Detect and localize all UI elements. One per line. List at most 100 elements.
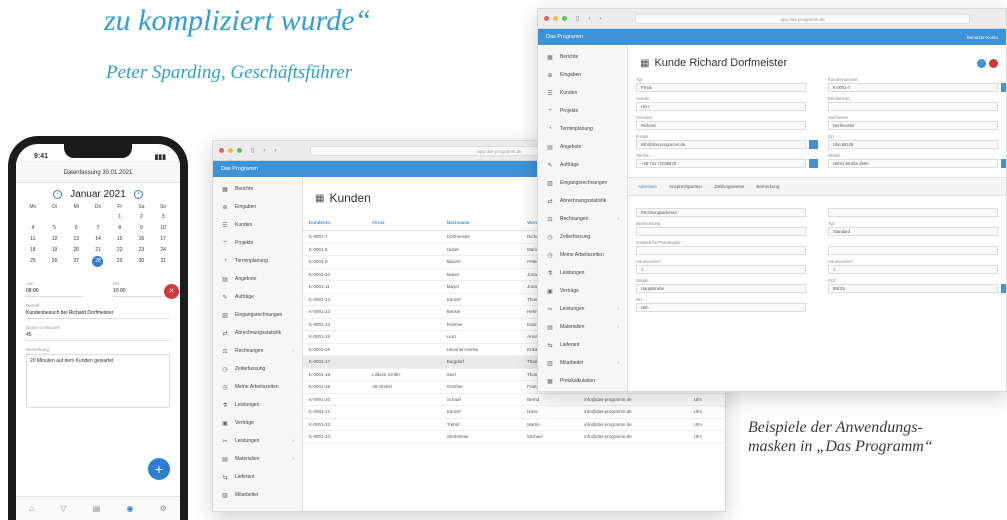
sidebar-item[interactable]: ▦ Preiskalkulation (538, 372, 627, 390)
column-header[interactable]: Nachname (440, 215, 522, 231)
calendar-day[interactable]: 16 (131, 234, 153, 245)
forward-icon[interactable]: › (599, 16, 601, 22)
sidebar-item[interactable]: ◷ Meine Arbeitszeiten (213, 378, 302, 396)
from-field[interactable]: 08:00 (26, 286, 83, 297)
sidebar-toggle-icon[interactable]: ▯ (576, 15, 579, 22)
sidebar-item[interactable]: ☰ Kunden (213, 216, 302, 234)
sidebar-item[interactable]: ⇄ Abrechnungsstatistik (538, 192, 627, 210)
calendar-day[interactable]: 10 (152, 223, 174, 234)
calendar-day[interactable]: 22 (109, 245, 131, 256)
calendar-day[interactable]: 3 (152, 212, 174, 223)
calendar-day[interactable]: 24 (152, 245, 174, 256)
tab-2[interactable]: Zahlungsweise (714, 184, 744, 189)
calendar-day[interactable]: 30 (131, 256, 153, 267)
sidebar-item[interactable]: ▥ Mitarbeiter (213, 486, 302, 504)
calendar-day[interactable]: 8 (109, 223, 131, 234)
sidebar-item[interactable]: ▦ Berichte (538, 48, 627, 66)
sidebar-item[interactable]: ▥ Eingangsrechnungen (213, 306, 302, 324)
calendar-day[interactable]: 6 (65, 223, 87, 234)
calendar-day[interactable]: 4 (22, 223, 44, 234)
field-input[interactable]: Hauptstraße (636, 284, 806, 293)
url-bar[interactable]: app.das-programm.de (635, 13, 970, 24)
back-icon[interactable]: ‹ (263, 148, 265, 154)
sidebar-item[interactable]: ✎ Aufträge (538, 156, 627, 174)
sidebar-item[interactable]: ☰ Kunden (538, 84, 627, 102)
calendar-day[interactable]: 12 (44, 234, 66, 245)
sidebar-item[interactable]: ⚗ Leistungen (538, 264, 627, 282)
calendar-day[interactable]: 29 (109, 256, 131, 267)
tab-3[interactable]: Bemerkung (756, 184, 779, 189)
field-input[interactable]: 1 (636, 265, 806, 274)
calendar-day[interactable]: 17 (152, 234, 174, 245)
sidebar-toggle-icon[interactable]: ▯ (251, 147, 254, 154)
sidebar-item[interactable]: ☰Einstellungen (538, 390, 627, 391)
calendar-day[interactable]: 7 (87, 223, 109, 234)
sidebar-item[interactable]: ⚗ Leistungen (213, 396, 302, 414)
calendar-day[interactable]: 9 (131, 223, 153, 234)
calendar-day[interactable]: 14 (87, 234, 109, 245)
tab-1[interactable]: Ansprechpartner (669, 184, 702, 189)
sidebar-item[interactable]: ⇄ Abrechnungsstatistik (213, 324, 302, 342)
delete-button[interactable] (989, 59, 998, 68)
calendar-day[interactable]: 2 (131, 212, 153, 223)
calendar-day[interactable]: 21 (87, 245, 109, 256)
delete-icon[interactable]: ✕ (164, 284, 179, 299)
sidebar-item[interactable]: ⊕ Eingaben (538, 66, 627, 84)
sidebar-item[interactable]: ◷ Zeiterfassung (538, 228, 627, 246)
field-input[interactable]: Dorfmeister (828, 121, 998, 130)
calendar-day[interactable]: 31 (152, 256, 174, 267)
table-row[interactable]: K-0001-23 Strohmeier Michael info@das-progr… (303, 430, 725, 444)
tab-home-icon[interactable]: ⌂ (29, 504, 34, 513)
field-input[interactable]: Standard (828, 227, 998, 236)
sidebar-item[interactable]: ▣ Verträge (538, 282, 627, 300)
sidebar-item[interactable]: ◔ Terminplanung (213, 252, 302, 270)
calendar-day[interactable]: 13 (65, 234, 87, 245)
tab-list-icon[interactable]: ▤ (93, 504, 101, 513)
maximize-window-icon[interactable] (237, 148, 242, 153)
sidebar-item[interactable]: ⑂ Projekte (213, 234, 302, 252)
field-input[interactable]: Ulm (636, 303, 806, 312)
sidebar-item[interactable]: ▣ Verträge (213, 414, 302, 432)
calendar-day[interactable]: 28 (92, 256, 104, 267)
calendar-day[interactable]: 5 (44, 223, 66, 234)
field-action-button[interactable] (809, 159, 818, 168)
tab-filter-icon[interactable]: ▽ (60, 504, 66, 513)
sidebar-item[interactable]: ◷ Meine Arbeitszeiten (538, 246, 627, 264)
field-action-button[interactable] (809, 140, 818, 149)
field-input[interactable]: 1 (828, 265, 998, 274)
to-field[interactable]: 10:00 (113, 286, 170, 297)
field-input[interactable]: info@das-programm.de (636, 140, 806, 149)
tab-settings-icon[interactable]: ⚙ (160, 504, 167, 513)
calendar-day[interactable]: 19 (44, 245, 66, 256)
subject-field[interactable]: Kundenbesuch bei Richard Dorfmeister (26, 308, 170, 319)
field-input[interactable]: K-0001-7 (828, 83, 998, 92)
add-button[interactable]: + (148, 458, 170, 480)
tab-0[interactable]: Adressen (638, 184, 657, 189)
sidebar-item[interactable]: ⇆ Lieferant (538, 336, 627, 354)
sidebar-item[interactable]: ◷ Zeiterfassung (213, 360, 302, 378)
calendar-day[interactable]: 15 (109, 234, 131, 245)
table-row[interactable]: K-0001-22 Trebst Martin info@das-programm.d… (303, 418, 725, 431)
edit-button[interactable] (977, 59, 986, 68)
forward-icon[interactable]: › (274, 148, 276, 154)
duration-field[interactable]: 45 (26, 330, 170, 341)
sidebar-item[interactable]: ◔ Terminplanung (538, 120, 627, 138)
field-action-button[interactable] (1001, 83, 1006, 92)
sidebar-item[interactable]: ⚖ Rechnungen › (213, 342, 302, 360)
sidebar-item[interactable]: ✎ Aufträge (213, 288, 302, 306)
sidebar-item[interactable]: ▤ Angebote (213, 270, 302, 288)
calendar-day[interactable]: 27 (65, 256, 87, 267)
sidebar-item[interactable]: ▥ Eingangsrechnungen (538, 174, 627, 192)
field-input[interactable]: +49 731 71036878 (636, 159, 806, 168)
sidebar-item[interactable]: ✂ Leistungen › (538, 300, 627, 318)
column-header[interactable]: Kundennr. (303, 215, 367, 231)
sidebar-item[interactable]: ▤ Materialien › (538, 318, 627, 336)
sidebar-item[interactable]: ⑂ Projekte (538, 102, 627, 120)
table-row[interactable]: K-0001-21 Kunzel Hans info@das-programm.de U… (303, 405, 725, 419)
sidebar-item[interactable]: ⚖ Rechnungen › (538, 210, 627, 228)
field-input[interactable] (636, 227, 806, 236)
field-input[interactable] (828, 246, 998, 255)
field-input[interactable] (636, 246, 806, 255)
close-window-icon[interactable] (219, 148, 224, 153)
calendar-day[interactable]: 26 (44, 256, 66, 267)
